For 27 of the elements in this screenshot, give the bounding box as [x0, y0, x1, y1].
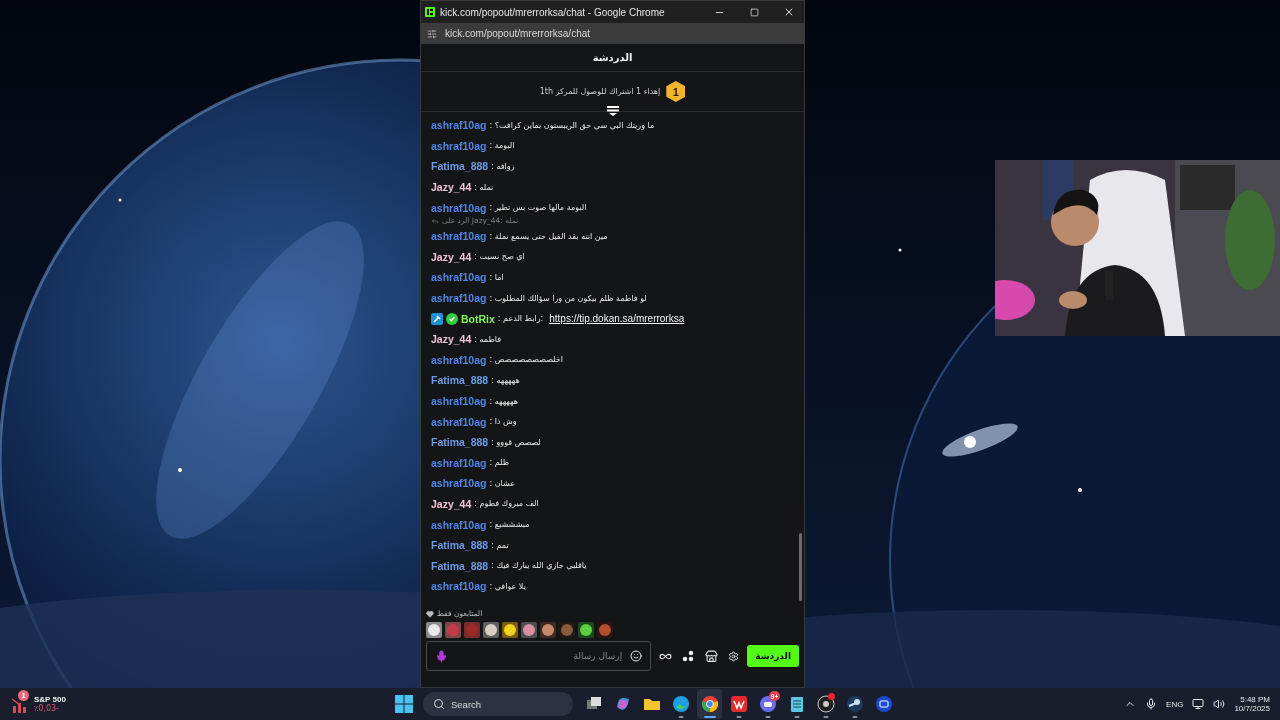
running-indicator	[794, 716, 799, 718]
chat-app-icon	[758, 695, 777, 713]
running-indicator	[703, 716, 716, 718]
running-indicator	[678, 716, 683, 718]
windows-logo-icon	[395, 695, 413, 713]
camera-app-icon	[874, 695, 893, 713]
running-indicator	[852, 716, 857, 718]
taskbar-app-button[interactable]	[697, 689, 722, 719]
mic-icon[interactable]	[1145, 698, 1158, 710]
search-button[interactable]: Search	[423, 692, 573, 716]
stock-name: S&P 500	[34, 695, 66, 704]
clock[interactable]: 5:48 PM 10/7/2025	[1234, 695, 1270, 713]
search-icon	[433, 698, 445, 710]
stock-change: ٪0,03-	[34, 704, 60, 713]
start-button[interactable]	[393, 693, 415, 715]
volume-icon[interactable]	[1213, 698, 1226, 710]
browser-icon	[700, 695, 719, 713]
running-indicator	[765, 716, 770, 718]
record-icon	[816, 695, 835, 713]
running-indicator	[823, 716, 828, 718]
browser-icon	[671, 695, 690, 713]
office-app-icon	[729, 695, 748, 713]
date-text: 10/7/2025	[1234, 704, 1270, 713]
network-icon[interactable]	[1192, 698, 1205, 710]
language-indicator[interactable]: ENG	[1166, 699, 1184, 709]
time-text: 5:48 PM	[1240, 695, 1270, 704]
running-indicator	[736, 716, 741, 718]
